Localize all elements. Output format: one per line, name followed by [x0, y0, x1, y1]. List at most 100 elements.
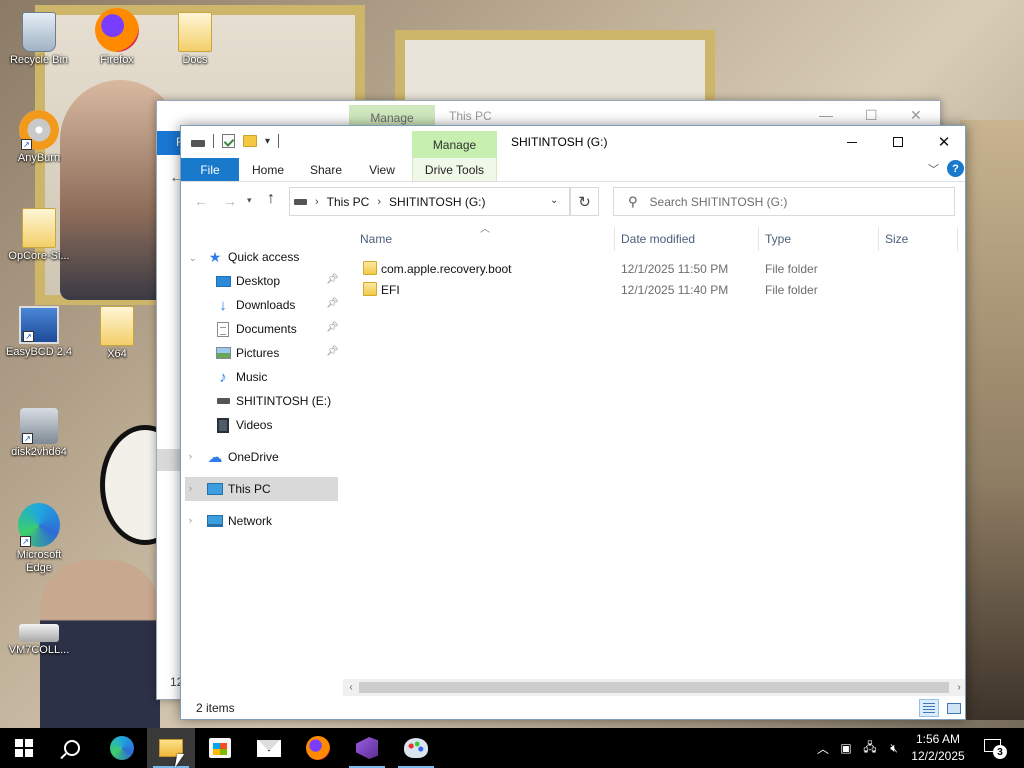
- pin-icon[interactable]: 📌︎: [326, 322, 339, 333]
- minimize-icon[interactable]: —: [819, 107, 833, 123]
- back-arrow-icon[interactable]: ←: [194, 193, 208, 209]
- desktop-icon-anyburn[interactable]: ↗ AnyBurn: [3, 110, 75, 165]
- chevron-right-icon[interactable]: ›: [189, 483, 192, 493]
- file-type: File folder: [765, 283, 818, 297]
- file-list[interactable]: ︿ Name Date modified Type Size com.apple…: [347, 223, 965, 683]
- desktop-icon-disk2vhd[interactable]: ↗ disk2vhd64: [3, 408, 75, 459]
- tab-view[interactable]: View: [359, 158, 405, 181]
- taskbar-visual-studio[interactable]: [343, 728, 391, 768]
- nav-item-desktop[interactable]: Desktop: [215, 269, 280, 293]
- close-icon[interactable]: ✕: [910, 107, 922, 124]
- horizontal-scrollbar[interactable]: ‹ ›: [343, 679, 965, 696]
- scroll-right-icon[interactable]: ›: [951, 680, 965, 695]
- column-header-date[interactable]: Date modified: [621, 223, 695, 255]
- nav-item-documents[interactable]: Documents: [215, 317, 297, 341]
- file-row[interactable]: com.apple.recovery.boot 12/1/2025 11:50 …: [347, 259, 957, 279]
- chevron-right-icon[interactable]: ›: [189, 515, 192, 525]
- chevron-down-icon[interactable]: ⌄: [550, 195, 558, 206]
- minimize-button[interactable]: [829, 126, 875, 158]
- nav-item-this-pc[interactable]: This PC: [207, 477, 271, 501]
- nav-item-shitintosh-e[interactable]: SHITINTOSH (E:): [215, 389, 331, 413]
- nav-item-pictures[interactable]: Pictures: [215, 341, 279, 365]
- clock[interactable]: 1:56 AM 12/2/2025: [905, 731, 971, 765]
- column-divider[interactable]: [758, 227, 759, 251]
- refresh-button[interactable]: ↻: [570, 187, 599, 216]
- pin-icon[interactable]: 📌︎: [326, 274, 339, 285]
- chevron-down-icon[interactable]: ▾: [265, 136, 270, 147]
- visual-studio-icon: [356, 737, 378, 759]
- desktop-icon-edge[interactable]: ↗ Microsoft Edge: [3, 503, 75, 575]
- recent-locations-icon[interactable]: ▾: [247, 195, 252, 206]
- taskbar-edge[interactable]: [98, 728, 146, 768]
- title-bar[interactable]: ▾ Manage SHITINTOSH (G:) ✕: [181, 126, 965, 158]
- help-button[interactable]: ?: [947, 160, 964, 177]
- nav-item-music[interactable]: ♪ Music: [215, 365, 267, 389]
- file-type: File folder: [765, 262, 818, 276]
- explorer-window[interactable]: ▾ Manage SHITINTOSH (G:) ✕ File Home Sha…: [180, 125, 966, 720]
- chevron-up-icon[interactable]: ︿: [815, 740, 831, 756]
- tab-drive-tools[interactable]: Drive Tools: [412, 158, 497, 181]
- desktop-icon-docs[interactable]: Docs: [159, 12, 231, 67]
- expand-ribbon-icon[interactable]: ﹀: [928, 161, 939, 177]
- chevron-right-icon[interactable]: ›: [377, 196, 381, 208]
- pin-icon[interactable]: 📌︎: [326, 346, 339, 357]
- desktop-icon-opcore[interactable]: OpCore-Si...: [3, 208, 75, 263]
- taskbar-search-button[interactable]: [48, 728, 96, 768]
- maximize-icon[interactable]: ☐: [865, 107, 878, 124]
- desktop-icon-label: EasyBCD 2.4: [5, 346, 73, 358]
- volume-muted-icon[interactable]: 🔇︎: [886, 740, 902, 756]
- chevron-right-icon[interactable]: ›: [315, 196, 319, 208]
- tab-share[interactable]: Share: [301, 158, 351, 181]
- breadcrumb-this-pc[interactable]: This PC: [327, 195, 370, 209]
- close-button[interactable]: ✕: [921, 126, 965, 158]
- disc-icon: ↗: [19, 110, 59, 150]
- column-header-size[interactable]: Size: [885, 223, 908, 255]
- taskbar-file-explorer[interactable]: [147, 728, 195, 768]
- up-arrow-icon[interactable]: ↑: [267, 190, 275, 208]
- start-button[interactable]: [0, 728, 48, 768]
- column-header-type[interactable]: Type: [765, 223, 791, 255]
- column-divider[interactable]: [614, 227, 615, 251]
- desktop-icon-recycle-bin[interactable]: Recycle Bin: [3, 12, 75, 67]
- nav-item-downloads[interactable]: ↓ Downloads: [215, 293, 295, 317]
- pin-icon[interactable]: 📌︎: [326, 298, 339, 309]
- tab-file[interactable]: File: [181, 158, 239, 181]
- taskbar-store[interactable]: [196, 728, 244, 768]
- chevron-down-icon[interactable]: ⌄: [189, 253, 197, 264]
- nav-item-videos[interactable]: Videos: [215, 413, 272, 437]
- taskbar-firefox[interactable]: [294, 728, 342, 768]
- large-icons-view-icon[interactable]: [943, 699, 963, 717]
- search-box[interactable]: ⚲: [613, 187, 955, 216]
- meet-now-icon[interactable]: ▣: [838, 740, 854, 756]
- column-divider[interactable]: [957, 227, 958, 251]
- forward-arrow-icon[interactable]: →: [223, 193, 237, 209]
- address-bar[interactable]: › This PC › SHITINTOSH (G:) ⌄: [289, 187, 570, 216]
- scroll-left-icon[interactable]: ‹: [343, 680, 359, 695]
- file-date: 12/1/2025 11:50 PM: [621, 262, 729, 276]
- nav-item-onedrive[interactable]: ☁ OneDrive: [207, 445, 279, 469]
- column-header-name[interactable]: Name: [360, 223, 392, 255]
- breadcrumb-drive[interactable]: SHITINTOSH (G:): [389, 195, 485, 209]
- tab-home[interactable]: Home: [243, 158, 293, 181]
- desktop-icon-vm7coll[interactable]: VM7COLL...: [3, 608, 75, 657]
- nav-item-quick-access[interactable]: ★ Quick access: [207, 245, 300, 269]
- desktop-icon-easybcd[interactable]: ↗ EasyBCD 2.4: [3, 306, 75, 359]
- new-folder-icon[interactable]: [243, 135, 257, 147]
- manage-tab[interactable]: Manage: [412, 131, 497, 158]
- taskbar-paint[interactable]: [392, 728, 440, 768]
- details-view-icon[interactable]: [919, 699, 939, 717]
- network-icon[interactable]: 🖧︎: [862, 740, 878, 756]
- chevron-right-icon[interactable]: ›: [189, 451, 192, 461]
- properties-icon[interactable]: [222, 134, 235, 148]
- taskbar-mail[interactable]: [245, 728, 293, 768]
- scrollbar-thumb[interactable]: [359, 682, 949, 693]
- maximize-button[interactable]: [875, 126, 921, 158]
- column-divider[interactable]: [878, 227, 879, 251]
- desktop-icon-firefox[interactable]: Firefox: [81, 8, 153, 67]
- desktop-icon-x64[interactable]: X64: [81, 306, 153, 361]
- search-input[interactable]: [649, 194, 930, 209]
- nav-item-network[interactable]: Network: [207, 509, 272, 533]
- file-row[interactable]: EFI 12/1/2025 11:40 PM File folder: [347, 280, 957, 300]
- status-bar: 2 items: [181, 696, 965, 719]
- notification-center-button[interactable]: 3: [980, 736, 1007, 762]
